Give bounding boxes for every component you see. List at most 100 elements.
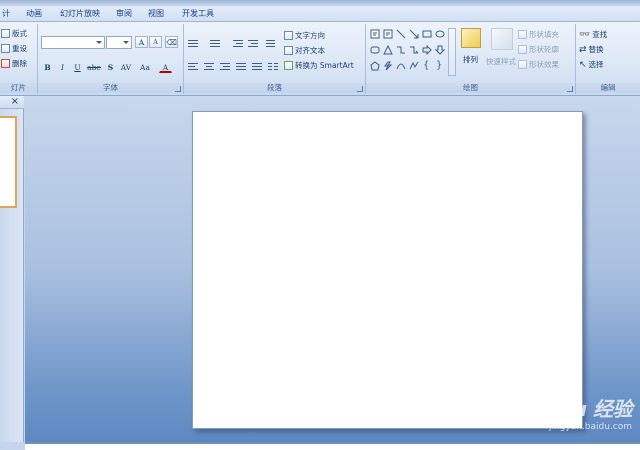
editing-group-label: 编辑: [576, 83, 640, 93]
watermark-url: jingyan.baidu.com: [548, 422, 632, 432]
shape-outline-button[interactable]: 形状轮廓: [518, 44, 559, 55]
pen-icon: [518, 45, 527, 54]
slides-pane: ×: [0, 96, 24, 442]
find-label: 查找: [592, 30, 608, 39]
shape-effects-button[interactable]: 形状效果: [518, 59, 559, 70]
watermark: Bai du 经验 jingyan.baidu.com: [518, 393, 632, 432]
notes-pane[interactable]: [25, 442, 640, 450]
increase-indent-button[interactable]: [246, 38, 260, 50]
oval-shape-icon[interactable]: [435, 29, 445, 39]
lightning-shape-icon[interactable]: [383, 61, 393, 71]
editing-group: 👓 查找 ⇄ 替换 ↖ 选择 编辑: [576, 24, 640, 94]
close-icon[interactable]: ×: [11, 96, 19, 107]
chevron-down-icon: [123, 41, 129, 44]
slides-group-label: 灯片: [0, 83, 37, 93]
tab-design[interactable]: 计: [2, 8, 10, 19]
numbering-button[interactable]: [208, 38, 222, 50]
bold-button[interactable]: B: [41, 61, 54, 73]
elbow-connector-shape-icon[interactable]: [396, 45, 406, 55]
left-brace-shape-icon[interactable]: {: [423, 60, 433, 71]
textbox-vertical-shape-icon[interactable]: [383, 29, 393, 39]
distributed-button[interactable]: [250, 61, 264, 73]
strikethrough-button[interactable]: abe: [86, 61, 102, 73]
change-case-button[interactable]: Aa: [137, 61, 153, 73]
shapes-gallery-scroll[interactable]: [448, 28, 456, 76]
find-button[interactable]: 👓 查找: [579, 29, 607, 40]
line-spacing-button[interactable]: [264, 38, 278, 50]
align-center-button[interactable]: [202, 61, 216, 73]
delete-icon: [1, 59, 10, 68]
align-left-button[interactable]: [186, 61, 200, 73]
arrow-shape-icon[interactable]: [409, 29, 419, 39]
paint-bucket-icon: [518, 30, 527, 39]
align-right-button[interactable]: [218, 61, 232, 73]
line-shape-icon[interactable]: [396, 29, 406, 39]
triangle-shape-icon[interactable]: [383, 45, 393, 55]
char-spacing-button[interactable]: AV: [118, 61, 134, 73]
textbox-shape-icon[interactable]: [370, 29, 380, 39]
grow-font-button[interactable]: A: [135, 36, 148, 48]
text-direction-button[interactable]: 文字方向: [284, 30, 325, 41]
clear-format-button[interactable]: ⌫: [165, 36, 178, 48]
drawing-group-label: 绘图: [366, 83, 575, 93]
delete-button[interactable]: 删除: [1, 58, 27, 69]
shape-fill-label: 形状填充: [529, 30, 559, 39]
quick-styles-button[interactable]: 快速样式: [486, 56, 516, 67]
freeform-shape-icon[interactable]: [409, 61, 419, 71]
columns-button[interactable]: [266, 61, 280, 73]
select-label: 选择: [588, 60, 604, 69]
slide-thumbnail[interactable]: [0, 116, 17, 208]
dialog-launcher-icon[interactable]: [357, 86, 363, 92]
elbow-arrow-shape-icon[interactable]: [409, 45, 419, 55]
dialog-launcher-icon[interactable]: [175, 86, 181, 92]
paragraph-group-label: 段落: [184, 83, 365, 93]
font-size-combo[interactable]: [106, 36, 132, 49]
rectangle-shape-icon[interactable]: [422, 29, 432, 39]
replace-button[interactable]: ⇄ 替换: [579, 44, 604, 55]
tab-review[interactable]: 审阅: [116, 8, 132, 19]
rounded-rect-shape-icon[interactable]: [370, 45, 380, 55]
right-brace-shape-icon[interactable]: }: [436, 60, 446, 71]
align-text-button[interactable]: 对齐文本: [284, 45, 325, 56]
justify-button[interactable]: [234, 61, 248, 73]
tab-slideshow[interactable]: 幻灯片放映: [60, 8, 100, 19]
slide-canvas[interactable]: [192, 111, 583, 429]
replace-icon: ⇄: [579, 44, 587, 55]
reset-icon: [1, 44, 10, 53]
arrange-button[interactable]: 排列: [463, 54, 478, 65]
font-name-combo[interactable]: [41, 36, 105, 49]
text-direction-icon: [284, 31, 293, 40]
shadow-button[interactable]: S: [104, 61, 117, 73]
reset-button[interactable]: 重设: [1, 43, 27, 54]
bullets-button[interactable]: [186, 38, 200, 50]
tab-animations[interactable]: 动画: [26, 8, 42, 19]
layout-button[interactable]: 版式: [1, 28, 27, 39]
paragraph-group: 文字方向 对齐文本 转换为 SmartArt 段落: [184, 24, 366, 94]
reset-label: 重设: [12, 44, 27, 53]
shrink-font-button[interactable]: A: [149, 36, 162, 48]
smartart-icon: [284, 61, 293, 70]
right-arrow-shape-icon[interactable]: [422, 45, 432, 55]
ribbon-tabs: 计 动画 幻灯片放映 审阅 视图 开发工具: [0, 6, 640, 22]
drawing-group: { } 排列 快速样式 形状填充 形状轮廓 形状效果 绘图: [366, 24, 576, 94]
pentagon-shape-icon[interactable]: [370, 61, 380, 71]
font-color-button[interactable]: A: [159, 61, 172, 73]
tab-developer[interactable]: 开发工具: [182, 8, 214, 19]
curve-shape-icon[interactable]: [396, 61, 406, 71]
font-group-label: 字体: [38, 83, 183, 93]
convert-smartart-label: 转换为 SmartArt: [295, 61, 354, 70]
layout-label: 版式: [12, 29, 27, 38]
arrange-icon: [461, 28, 481, 48]
decrease-indent-button[interactable]: [231, 38, 245, 50]
convert-smartart-button[interactable]: 转换为 SmartArt: [284, 60, 354, 71]
dialog-launcher-icon[interactable]: [567, 86, 573, 92]
select-button[interactable]: ↖ 选择: [579, 59, 604, 70]
effects-icon: [518, 60, 527, 69]
shape-outline-label: 形状轮廓: [529, 45, 559, 54]
italic-button[interactable]: I: [56, 61, 69, 73]
shape-fill-button[interactable]: 形状填充: [518, 29, 559, 40]
down-arrow-shape-icon[interactable]: [435, 45, 445, 55]
font-group: A A ⌫ B I U abe S AV Aa A 字体: [38, 24, 184, 94]
underline-button[interactable]: U: [71, 61, 84, 73]
tab-view[interactable]: 视图: [148, 8, 164, 19]
